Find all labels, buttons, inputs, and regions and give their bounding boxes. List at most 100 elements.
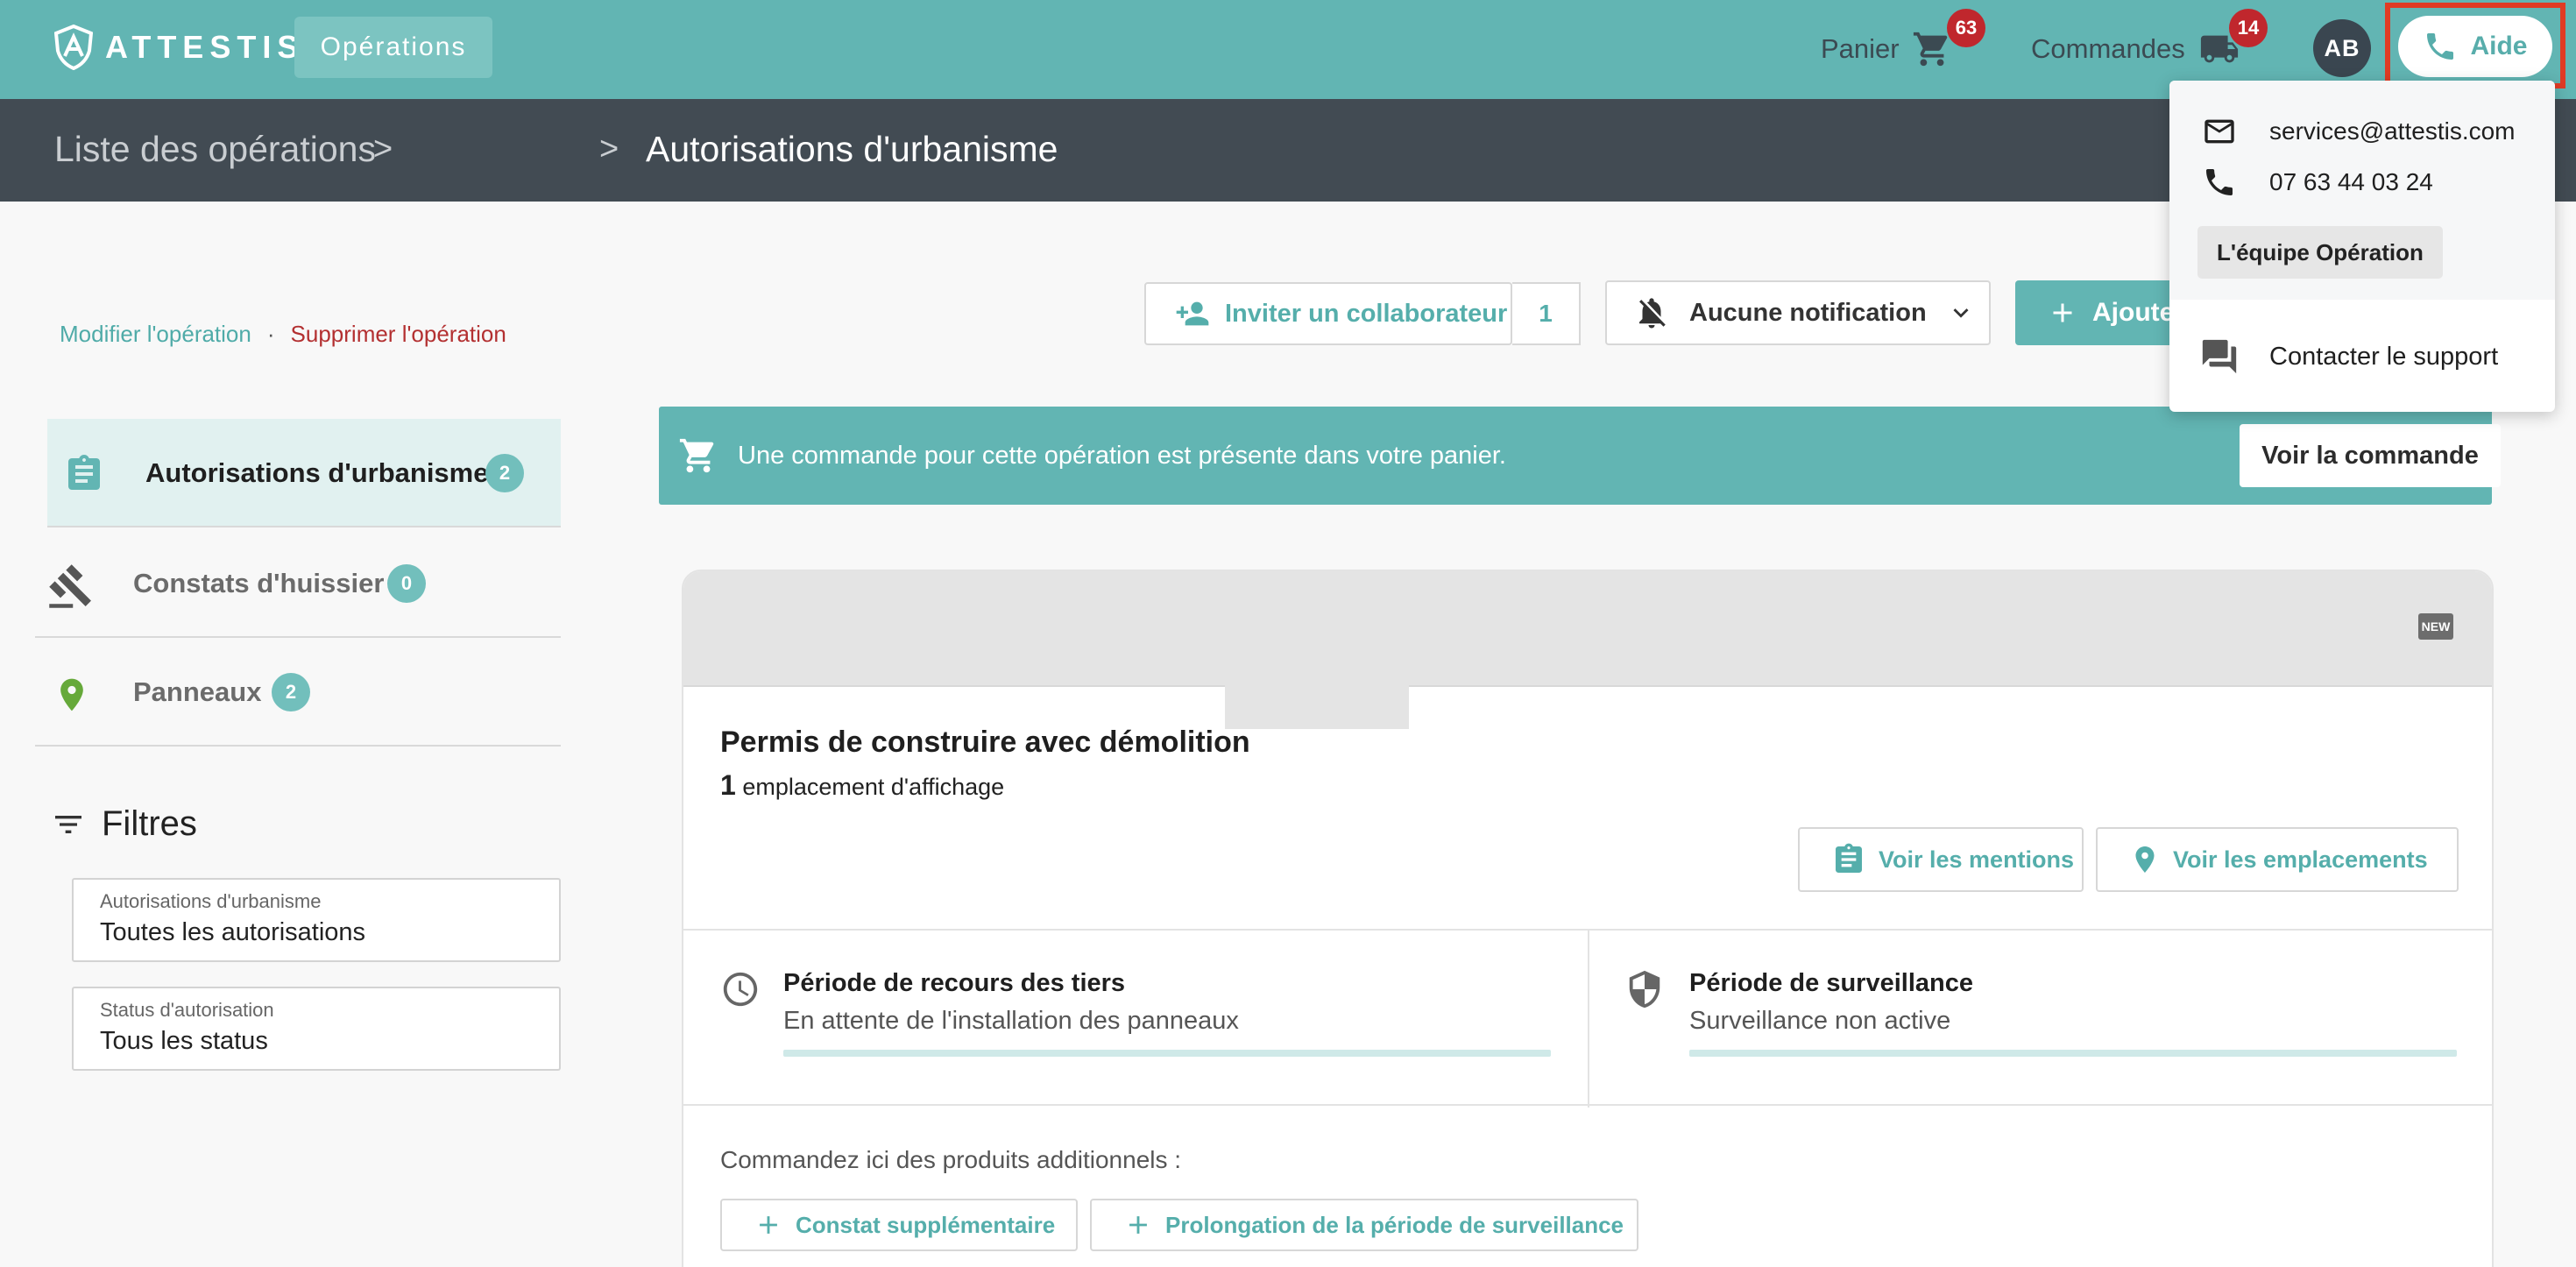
- view-order-button[interactable]: Voir la commande: [2240, 424, 2501, 487]
- filter-value: Tous les status: [100, 1027, 268, 1055]
- filter-label: Status d'autorisation: [100, 999, 274, 1021]
- card-tab: [1225, 685, 1409, 729]
- link-separator: ·: [266, 321, 275, 347]
- period-status: Surveillance non active: [1689, 1007, 1951, 1035]
- collaborator-count[interactable]: 1: [1512, 282, 1581, 345]
- authorization-card: NEW Permis de construire avec démolition…: [682, 570, 2494, 1267]
- edit-operation-link[interactable]: Modifier l'opération: [60, 321, 251, 348]
- new-badge: NEW: [2418, 613, 2453, 640]
- help-phone-text: 07 63 44 03 24: [2269, 168, 2433, 195]
- bell-off-icon: [1639, 298, 1666, 329]
- sidebar-item-count: 0: [387, 564, 426, 603]
- extra-prolongation-button[interactable]: Prolongation de la période de surveillan…: [1090, 1199, 1638, 1251]
- brand-logo[interactable]: ATTESTIS: [54, 25, 304, 70]
- divider: [1588, 931, 1589, 1108]
- phone-icon: [2206, 169, 2233, 195]
- add-person-icon: [1176, 301, 1209, 326]
- orders-nav[interactable]: Commandes: [2031, 26, 2241, 72]
- extra-label: Constat supplémentaire: [796, 1211, 1056, 1238]
- attestis-logo-icon: [54, 25, 93, 70]
- contact-support-label: Contacter le support: [2269, 342, 2499, 371]
- help-label: Aide: [2470, 32, 2528, 60]
- map-pin-icon: [60, 678, 83, 711]
- card-locations: 1 emplacement d'affichage: [720, 769, 1004, 802]
- cart-icon: [679, 438, 714, 473]
- view-locations-label: Voir les emplacements: [2173, 846, 2428, 873]
- view-locations-button[interactable]: Voir les emplacements: [2096, 827, 2459, 892]
- cart-nav[interactable]: Panier: [1821, 26, 1952, 72]
- filter-autorisations-select[interactable]: Autorisations d'urbanisme Toutes les aut…: [72, 878, 561, 962]
- contact-support-item[interactable]: Contacter le support: [2199, 336, 2498, 377]
- sidebar-item-label: Panneaux: [133, 676, 262, 707]
- shield-icon: [1629, 970, 1660, 1009]
- help-dropdown: services@attestis.com 07 63 44 03 24 L'é…: [2169, 81, 2555, 412]
- help-email[interactable]: services@attestis.com: [2199, 114, 2516, 149]
- filter-value: Toutes les autorisations: [100, 918, 366, 946]
- period-title: Période de recours des tiers: [783, 969, 1126, 997]
- sidebar-item-constats[interactable]: Constats d'huissier 0: [35, 529, 561, 638]
- help-email-text: services@attestis.com: [2269, 117, 2516, 145]
- extra-label: Prolongation de la période de surveillan…: [1165, 1211, 1624, 1238]
- locations-count: 1: [720, 769, 736, 801]
- filters-title: Filtres: [102, 804, 197, 843]
- mail-icon: [2204, 119, 2234, 144]
- breadcrumb-separator: >: [599, 131, 619, 167]
- clock-icon: [723, 972, 758, 1007]
- sidebar-item-label: Constats d'huissier: [133, 568, 385, 598]
- cart-count-badge: 63: [1947, 9, 1985, 47]
- invite-collaborator-button[interactable]: Inviter un collaborateur: [1144, 282, 1512, 345]
- sidebar-item-label: Autorisations d'urbanisme: [145, 457, 489, 488]
- brand-name: ATTESTIS: [105, 29, 305, 65]
- view-mentions-label: Voir les mentions: [1879, 846, 2075, 873]
- card-header: NEW: [683, 571, 2492, 687]
- filter-status-select[interactable]: Status d'autorisation Tous les status: [72, 987, 561, 1071]
- cart-notice-banner: Une commande pour cette opération est pr…: [659, 407, 2501, 505]
- extras-heading: Commandez ici des produits additionnels …: [720, 1146, 1182, 1173]
- locations-label: emplacement d'affichage: [742, 774, 1005, 800]
- recourse-period: Période de recours des tiers En attente …: [783, 969, 1551, 1057]
- invite-label: Inviter un collaborateur: [1225, 299, 1508, 328]
- plus-icon: [1129, 1216, 1147, 1234]
- chat-icon: [2202, 339, 2237, 374]
- clipboard-icon: [68, 455, 100, 490]
- sidebar-item-autorisations[interactable]: Autorisations d'urbanisme 2: [47, 419, 561, 527]
- sidebar-item-count: 2: [485, 454, 524, 492]
- operation-links: Modifier l'opération · Supprimer l'opéra…: [60, 321, 506, 348]
- orders-label: Commandes: [2031, 33, 2185, 64]
- chevron-down-icon: [1953, 308, 1969, 318]
- phone-icon: [2427, 33, 2454, 60]
- card-title: Permis de construire avec démolition: [720, 726, 1250, 759]
- period-title: Période de surveillance: [1689, 969, 1973, 997]
- view-mentions-button[interactable]: Voir les mentions: [1798, 827, 2084, 892]
- team-badge: L'équipe Opération: [2197, 226, 2443, 279]
- period-progress-bar: [783, 1050, 1551, 1057]
- notification-dropdown[interactable]: Aucune notification: [1605, 280, 1991, 345]
- map-pin-icon: [2135, 846, 2155, 873]
- operations-button[interactable]: Opérations: [294, 17, 492, 78]
- cart-label: Panier: [1821, 33, 1900, 64]
- filter-icon: [55, 815, 81, 833]
- surveillance-period: Période de surveillance Surveillance non…: [1689, 969, 2457, 1057]
- filters-heading: Filtres: [51, 804, 197, 844]
- period-progress-bar: [1689, 1050, 2457, 1057]
- plus-icon: [2053, 303, 2072, 322]
- gavel-icon: [49, 564, 91, 608]
- periods-row: Période de recours des tiers En attente …: [683, 929, 2492, 1108]
- clipboard-icon: [1836, 843, 1862, 873]
- filter-label: Autorisations d'urbanisme: [100, 890, 322, 912]
- extra-constat-button[interactable]: Constat supplémentaire: [720, 1199, 1078, 1251]
- delete-operation-link[interactable]: Supprimer l'opération: [291, 321, 506, 348]
- breadcrumb-root[interactable]: Liste des opérations: [54, 129, 376, 170]
- period-status: En attente de l'installation des panneau…: [783, 1007, 1239, 1035]
- orders-count-badge: 14: [2229, 9, 2268, 47]
- banner-message: Une commande pour cette opération est pr…: [738, 441, 1506, 470]
- notification-label: Aucune notification: [1689, 298, 1927, 327]
- breadcrumb-separator: >: [373, 131, 393, 167]
- help-phone[interactable]: 07 63 44 03 24: [2199, 165, 2433, 200]
- help-button[interactable]: Aide: [2398, 16, 2552, 77]
- cart-icon: [1913, 32, 1947, 67]
- sidebar-item-panneaux[interactable]: Panneaux 2: [35, 638, 561, 747]
- sidebar-item-count: 2: [272, 673, 310, 711]
- breadcrumb-current: Autorisations d'urbanisme: [646, 129, 1058, 169]
- user-avatar[interactable]: AB: [2313, 19, 2371, 77]
